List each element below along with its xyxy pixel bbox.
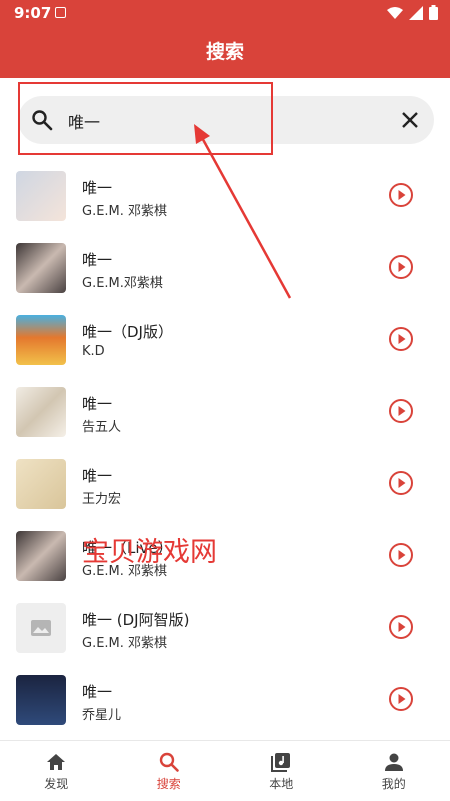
nav-label: 发现	[44, 777, 68, 791]
song-artist: G.E.M. 邓紫棋	[82, 200, 167, 219]
home-icon	[45, 751, 67, 773]
list-item[interactable]: 唯一（DJ版） K.D	[0, 304, 450, 376]
annotation-highlight-box	[18, 82, 273, 155]
play-icon[interactable]	[388, 254, 414, 280]
list-item[interactable]: 唯一 乔星儿	[0, 664, 450, 736]
song-title: 唯一	[82, 465, 112, 486]
signal-icon	[409, 6, 423, 20]
album-cover	[16, 387, 66, 437]
album-cover	[16, 243, 66, 293]
play-icon[interactable]	[388, 182, 414, 208]
play-icon[interactable]	[388, 614, 414, 640]
play-icon[interactable]	[388, 542, 414, 568]
list-item[interactable]: 唯一 告五人	[0, 376, 450, 448]
album-cover	[16, 315, 66, 365]
page-title: 搜索	[0, 26, 450, 78]
image-placeholder-icon	[16, 603, 66, 653]
list-item[interactable]: 唯一 王力宏	[0, 448, 450, 520]
song-title: 唯一	[82, 177, 112, 198]
song-artist: K.D	[82, 344, 105, 359]
nav-label: 本地	[269, 777, 293, 791]
song-artist: G.E.M. 邓紫棋	[82, 632, 167, 651]
list-item[interactable]: 唯一 (DJ阿智版) G.E.M. 邓紫棋	[0, 592, 450, 664]
play-icon[interactable]	[388, 326, 414, 352]
album-cover	[16, 459, 66, 509]
song-title: 唯一 (DJ阿智版)	[82, 609, 189, 630]
album-cover	[16, 675, 66, 725]
song-title: 唯一	[82, 249, 112, 270]
list-item[interactable]: 唯一（Live） G.E.M. 邓紫棋	[0, 520, 450, 592]
wifi-icon	[387, 6, 403, 20]
status-time: 9:07	[14, 4, 51, 22]
list-item[interactable]: 唯一 G.E.M.邓紫棋	[0, 232, 450, 304]
play-icon[interactable]	[388, 686, 414, 712]
nav-item-local[interactable]: 本地	[225, 741, 338, 801]
song-title: 唯一	[82, 681, 112, 702]
status-bar: 9:07	[0, 0, 450, 26]
music-library-icon	[270, 751, 292, 773]
nav-item-mine[interactable]: 我的	[338, 741, 450, 801]
play-icon[interactable]	[388, 398, 414, 424]
song-artist: G.E.M.邓紫棋	[82, 272, 163, 291]
nav-item-discover[interactable]: 发现	[0, 741, 113, 801]
album-cover	[16, 531, 66, 581]
notification-icon	[55, 7, 66, 18]
song-artist: 王力宏	[82, 488, 121, 507]
nav-item-search[interactable]: 搜索	[113, 741, 226, 801]
nav-label: 我的	[382, 777, 406, 791]
bottom-nav: 发现 搜索 本地 我的	[0, 740, 450, 801]
person-icon	[383, 751, 405, 773]
song-artist: 告五人	[82, 416, 121, 435]
search-icon	[158, 751, 180, 773]
album-cover	[16, 171, 66, 221]
song-title: 唯一（DJ版）	[82, 321, 173, 342]
watermark-text: 宝贝游戏网	[82, 530, 217, 569]
battery-icon	[429, 5, 438, 20]
nav-label: 搜索	[157, 777, 181, 791]
song-title: 唯一	[82, 393, 112, 414]
close-icon[interactable]	[400, 110, 420, 130]
play-icon[interactable]	[388, 470, 414, 496]
song-artist: 乔星儿	[82, 704, 121, 723]
list-item[interactable]: 唯一 G.E.M. 邓紫棋	[0, 160, 450, 232]
album-cover-placeholder	[16, 603, 66, 653]
